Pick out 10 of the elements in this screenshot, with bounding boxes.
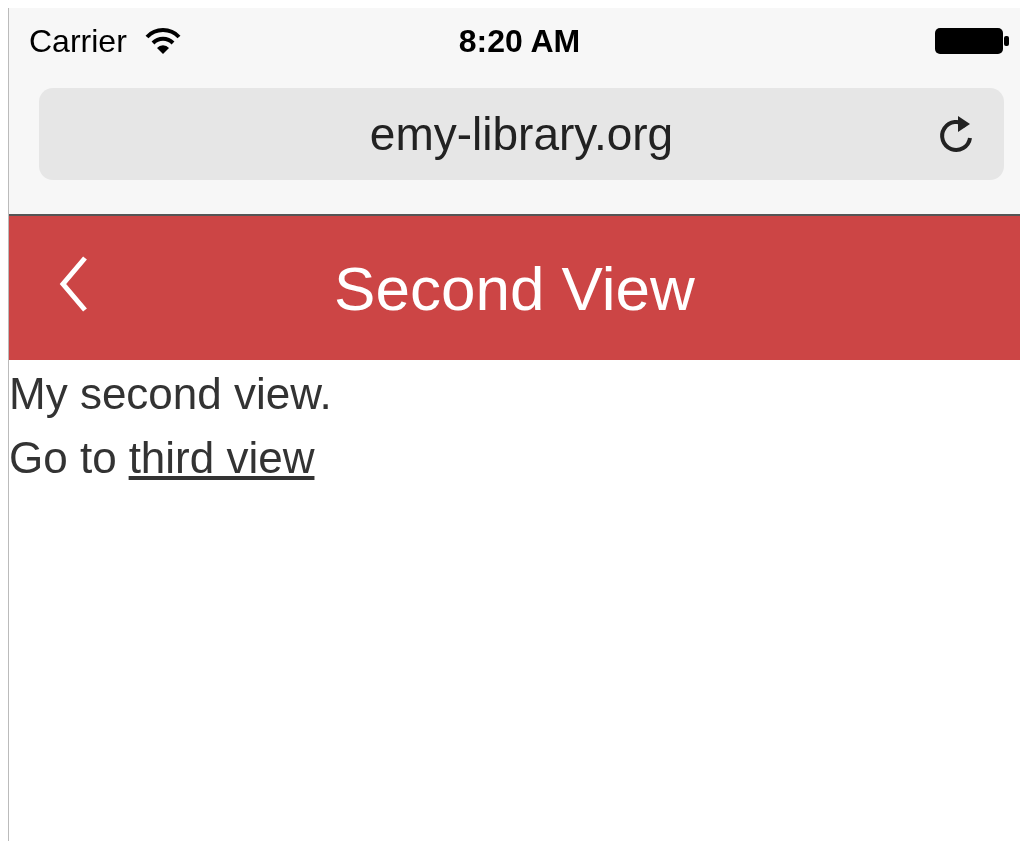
wifi-icon	[144, 27, 181, 55]
battery-icon	[934, 27, 1010, 55]
page-title: Second View	[334, 252, 695, 324]
link-label: Go to	[9, 433, 117, 482]
address-bar[interactable]: emy-library.org	[39, 88, 1004, 180]
carrier-name: Carrier	[29, 22, 127, 60]
back-icon[interactable]	[59, 254, 89, 314]
clock-time: 8:20 AM	[458, 22, 581, 60]
third-view-link[interactable]: third view	[128, 433, 315, 482]
paragraph-text: My second view.	[9, 368, 333, 420]
